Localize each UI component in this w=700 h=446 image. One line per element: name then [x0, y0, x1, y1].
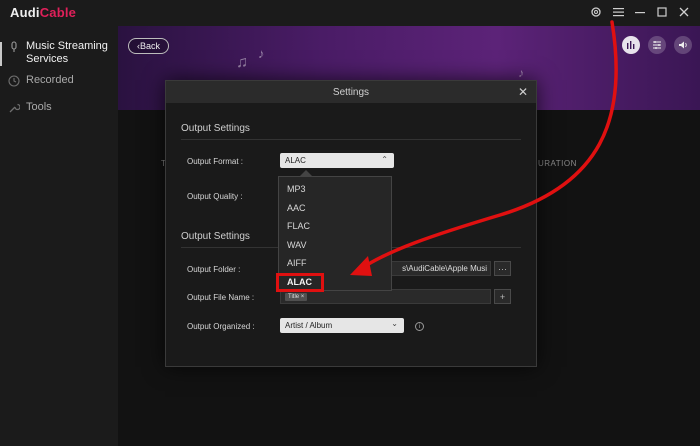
chevron-down-icon: ⌄ — [391, 319, 398, 328]
volume-icon[interactable] — [674, 36, 692, 54]
highlight-box — [276, 273, 324, 292]
settings-gear-icon[interactable] — [588, 4, 604, 20]
section-title: Output Settings — [181, 123, 250, 134]
title-bar: AudiCable — [0, 0, 700, 26]
equalizer-icon[interactable] — [622, 36, 640, 54]
app-logo: AudiCable — [10, 5, 77, 20]
back-button[interactable]: ‹ Back — [128, 38, 170, 54]
wrench-icon — [9, 103, 20, 113]
music-note-icon: ♫ — [236, 54, 248, 71]
info-icon[interactable]: i — [415, 322, 424, 331]
dialog-title: Settings — [332, 86, 370, 98]
file-name-tag-title[interactable]: Title × — [285, 292, 308, 301]
add-file-name-tag-button[interactable]: + — [494, 289, 511, 304]
format-option-mp3[interactable]: MP3 — [279, 180, 391, 199]
browse-folder-button[interactable]: ··· — [494, 261, 511, 276]
minimize-icon[interactable] — [632, 4, 648, 20]
output-organized-label: Output Organized : — [187, 322, 255, 331]
menu-icon[interactable] — [610, 4, 626, 20]
clock-icon — [8, 75, 20, 87]
output-format-label: Output Format : — [187, 157, 244, 166]
output-quality-label: Output Quality : — [187, 192, 243, 201]
sidebar-item-label: Recorded — [26, 74, 74, 86]
microphone-icon — [11, 41, 17, 52]
sidebar-item-tools[interactable]: Tools — [0, 97, 118, 118]
output-format-value: ALAC — [285, 156, 306, 165]
output-organized-select[interactable]: Artist / Album ⌄ — [280, 318, 404, 333]
format-option-aiff[interactable]: AIFF — [279, 254, 391, 273]
music-note-icon: ♪ — [518, 66, 524, 80]
settings-dialog-header: Settings ✕ — [166, 81, 536, 103]
format-option-flac[interactable]: FLAC — [279, 217, 391, 236]
section-title: Output Settings — [181, 231, 250, 242]
sidebar: Music Streaming Services Recorded Tools — [0, 26, 118, 446]
sidebar-item-music-streaming[interactable]: Music Streaming Services — [0, 36, 118, 70]
sidebar-item-label: Music Streaming Services — [26, 40, 108, 65]
sidebar-item-recorded[interactable]: Recorded — [0, 70, 118, 91]
output-folder-label: Output Folder : — [187, 265, 241, 274]
sidebar-item-label: Tools — [26, 101, 52, 113]
output-format-select[interactable]: ALAC ⌃ — [280, 153, 394, 168]
sliders-icon[interactable] — [648, 36, 666, 54]
close-icon[interactable]: ✕ — [518, 85, 528, 99]
music-note-icon: ♪ — [258, 46, 265, 61]
maximize-icon[interactable] — [654, 4, 670, 20]
format-option-aac[interactable]: AAC — [279, 199, 391, 218]
output-organized-value: Artist / Album — [285, 321, 333, 330]
output-file-name-label: Output File Name : — [187, 293, 255, 302]
column-header-duration: URATION — [538, 159, 577, 168]
chevron-up-icon: ⌃ — [381, 155, 388, 164]
divider — [181, 139, 521, 140]
format-option-wav[interactable]: WAV — [279, 236, 391, 255]
dropdown-caret — [300, 170, 312, 176]
close-window-icon[interactable] — [676, 4, 692, 20]
output-folder-value: s\AudiCable\Apple Musi — [402, 264, 487, 273]
